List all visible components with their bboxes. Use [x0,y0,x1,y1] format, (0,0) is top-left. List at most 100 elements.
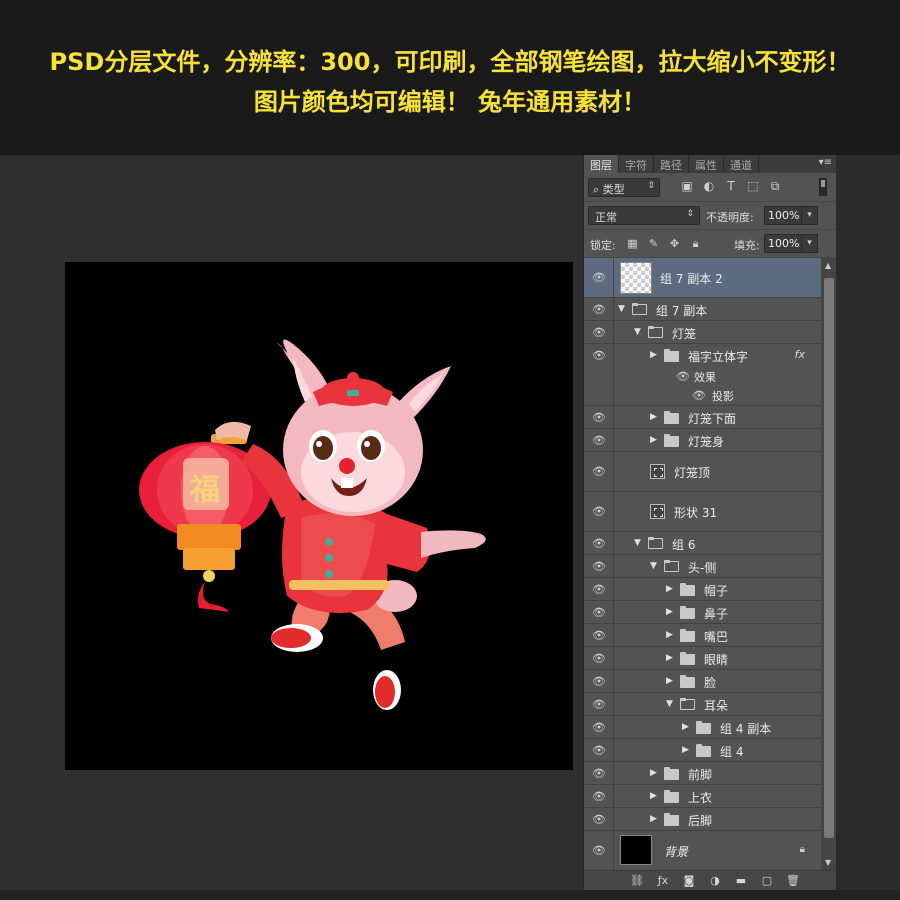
lock-image-icon[interactable]: ✎ [647,237,660,250]
layer-row[interactable]: 👁︎ ▼ 耳朵 [584,693,821,716]
effect-row[interactable]: 👁︎ 效果 [584,367,821,386]
pixel-filter-icon[interactable]: ▣ [680,179,694,193]
layer-row[interactable]: 👁︎ ▶ 灯笼身 [584,429,821,452]
eye-icon[interactable]: 👁︎ [592,505,606,518]
collapse-triangle-icon[interactable]: ▶ [650,412,657,422]
layer-list-scrollbar[interactable]: ▲ ▼ [821,258,837,870]
eye-icon[interactable]: 👁︎ [592,629,606,642]
tab-properties[interactable]: 属性 [689,155,724,173]
collapse-triangle-icon[interactable]: ▶ [666,653,673,663]
layer-row[interactable]: 👁︎ ▶ 组 4 [584,739,821,762]
layer-row[interactable]: 👁︎ ▶ 灯笼下面 [584,406,821,429]
document-canvas[interactable]: 福 [65,262,573,770]
eye-icon[interactable]: 👁︎ [592,606,606,619]
expand-triangle-icon[interactable]: ▼ [618,304,625,314]
filter-toggle[interactable] [819,178,827,196]
layer-row[interactable]: 👁︎ ▼ 灯笼 [584,321,821,344]
fx-icon[interactable]: fx [795,348,805,361]
document-workspace[interactable]: 福 [0,155,583,890]
eye-icon[interactable]: 👁︎ [592,675,606,688]
layer-row[interactable]: 👁︎ ▶ 脸 [584,670,821,693]
layer-row[interactable]: 👁︎ ▶ 眼睛 [584,647,821,670]
add-mask-icon[interactable]: ◙ [682,874,696,888]
eye-icon[interactable]: 👁︎ [592,652,606,665]
collapse-triangle-icon[interactable]: ▶ [666,630,673,640]
layer-row[interactable]: 👁︎ 灯笼顶 [584,452,821,492]
eye-icon[interactable]: 👁︎ [592,537,606,550]
layer-row[interactable]: 👁︎ ▶ 前脚 [584,762,821,785]
layer-row[interactable]: 👁︎ ▶ 鼻子 [584,601,821,624]
collapse-triangle-icon[interactable]: ▶ [682,745,689,755]
eye-icon[interactable]: 👁︎ [592,349,606,362]
eye-icon[interactable]: 👁︎ [592,790,606,803]
new-group-icon[interactable]: ▬ [734,874,748,888]
layer-row[interactable]: 👁︎ ▼ 头-侧 [584,555,821,578]
layer-row[interactable]: 👁︎ ▼ 组 7 副本 [584,298,821,321]
collapse-triangle-icon[interactable]: ▶ [682,722,689,732]
collapse-triangle-icon[interactable]: ▶ [650,350,657,360]
collapse-triangle-icon[interactable]: ▶ [650,435,657,445]
fill-dropdown-icon[interactable]: ▾ [802,234,818,253]
layer-row[interactable]: 👁︎ ▶ 嘴巴 [584,624,821,647]
opacity-input[interactable]: 100% [764,206,802,225]
eye-icon[interactable]: 👁︎ [592,698,606,711]
eye-icon[interactable]: 👁︎ [592,326,606,339]
layer-row[interactable]: 👁︎ ▶ 上衣 [584,785,821,808]
tab-paths[interactable]: 路径 [654,155,689,173]
layer-row[interactable]: 👁︎ ▶ 后脚 [584,808,821,831]
add-style-icon[interactable]: ƒx [656,874,670,888]
expand-triangle-icon[interactable]: ▼ [634,327,641,337]
type-filter-icon[interactable]: T [724,179,738,193]
eye-icon[interactable]: 👁︎ [592,767,606,780]
layer-row[interactable]: 👁︎ 组 7 副本 2 [584,258,821,298]
scroll-up-icon[interactable]: ▲ [825,261,831,270]
tab-layers[interactable]: 图层 [584,155,619,173]
layer-row[interactable]: 👁︎ 背景 🔒︎ [584,831,821,870]
eye-icon[interactable]: 👁︎ [592,744,606,757]
lock-all-icon[interactable]: 🔒︎ [689,237,702,250]
adjustment-filter-icon[interactable]: ◐ [702,179,716,193]
effect-row[interactable]: 👁︎ 投影 [584,386,821,406]
eye-icon[interactable]: 👁︎ [676,370,690,383]
layer-row[interactable]: 👁︎ ▶ 组 4 副本 [584,716,821,739]
smartobject-filter-icon[interactable]: ⧉ [768,179,782,193]
eye-icon[interactable]: 👁︎ [592,434,606,447]
layer-row[interactable]: 👁︎ ▶ 帽子 [584,578,821,601]
lock-transparent-icon[interactable]: ▦ [626,237,639,250]
eye-icon[interactable]: 👁︎ [592,271,606,284]
eye-icon[interactable]: 👁︎ [592,813,606,826]
tab-channels[interactable]: 通道 [724,155,759,173]
adjustment-layer-icon[interactable]: ◑ [708,874,722,888]
collapse-triangle-icon[interactable]: ▶ [666,676,673,686]
panel-menu-icon[interactable]: ▾≡ [819,157,832,168]
lock-position-icon[interactable]: ✥ [668,237,681,250]
collapse-triangle-icon[interactable]: ▶ [666,607,673,617]
shape-filter-icon[interactable]: ⬚ [746,179,760,193]
eye-icon[interactable]: 👁︎ [592,583,606,596]
eye-icon[interactable]: 👁︎ [592,721,606,734]
fill-input[interactable]: 100% [764,234,802,253]
opacity-dropdown-icon[interactable]: ▾ [802,206,818,225]
expand-triangle-icon[interactable]: ▼ [666,699,673,709]
layer-filter-select[interactable]: ⌕ 类型 ⇕ [588,178,660,197]
expand-triangle-icon[interactable]: ▼ [634,538,641,548]
expand-triangle-icon[interactable]: ▼ [650,561,657,571]
scrollbar-thumb[interactable] [824,278,834,838]
scroll-down-icon[interactable]: ▼ [825,858,831,867]
delete-layer-icon[interactable]: 🗑︎ [786,874,800,888]
link-layers-icon[interactable]: ⛓ [630,874,644,888]
tab-character[interactable]: 字符 [619,155,654,173]
layer-row[interactable]: 👁︎ ▶ 福字立体字 fx [584,344,821,367]
new-layer-icon[interactable]: ▢ [760,874,774,888]
blend-mode-select[interactable]: 正常 ⇕ [588,206,700,225]
eye-icon[interactable]: 👁︎ [592,560,606,573]
eye-icon[interactable]: 👁︎ [592,411,606,424]
collapse-triangle-icon[interactable]: ▶ [650,814,657,824]
layer-row[interactable]: 👁︎ ▼ 组 6 [584,532,821,555]
eye-icon[interactable]: 👁︎ [592,844,606,857]
collapse-triangle-icon[interactable]: ▶ [666,584,673,594]
collapse-triangle-icon[interactable]: ▶ [650,791,657,801]
collapse-triangle-icon[interactable]: ▶ [650,768,657,778]
eye-icon[interactable]: 👁︎ [692,389,706,402]
eye-icon[interactable]: 👁︎ [592,303,606,316]
